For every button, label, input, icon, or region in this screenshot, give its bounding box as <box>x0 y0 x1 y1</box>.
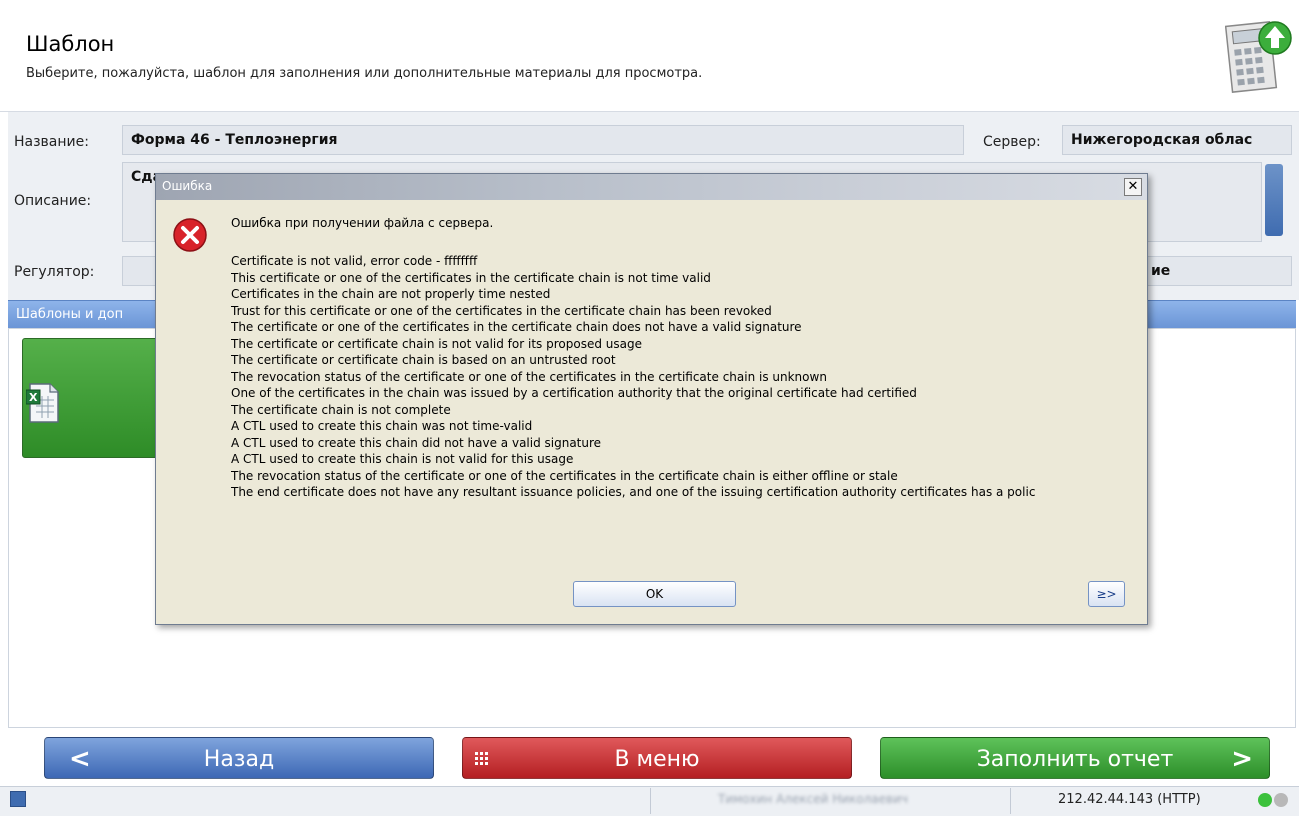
close-icon[interactable]: ✕ <box>1124 178 1142 196</box>
error-line: One of the certificates in the chain was… <box>231 386 917 400</box>
error-line: A CTL used to create this chain was not … <box>231 419 533 433</box>
fill-report-button-label: Заполнить отчет <box>976 747 1174 772</box>
error-line: A CTL used to create this chain did not … <box>231 435 602 450</box>
menu-button-label: В меню <box>614 747 700 772</box>
error-line: Certificates in the chain are not proper… <box>231 287 551 301</box>
connection-status-dot <box>1258 793 1272 807</box>
statusbar-separator <box>650 788 651 814</box>
connection-status-dot <box>1274 793 1288 807</box>
fill-report-button[interactable]: Заполнить отчет > <box>880 737 1270 779</box>
error-line: The end certificate does not have any re… <box>231 485 1036 499</box>
regulator-value: ие <box>1151 263 1171 279</box>
dialog-titlebar[interactable]: Ошибка ✕ <box>156 174 1147 200</box>
templates-panel-title: Шаблоны и доп <box>16 307 124 322</box>
page-header: Шаблон Выберите, пожалуйста, шаблон для … <box>0 0 1299 112</box>
app-status-icon[interactable] <box>10 791 26 807</box>
name-field[interactable]: Форма 46 - Теплоэнергия <box>122 125 964 155</box>
error-line: The revocation status of the certificate… <box>231 468 898 483</box>
dialog-message: Ошибка при получении файла с сервера. <box>231 216 494 230</box>
details-button[interactable]: ≥> <box>1088 581 1125 607</box>
server-label: Сервер: <box>983 134 1041 150</box>
regulator-label: Регулятор: <box>14 264 95 280</box>
excel-document-icon: X <box>26 383 59 423</box>
error-line: The certificate or certificate chain is … <box>231 336 642 351</box>
description-label: Описание: <box>14 193 92 209</box>
error-icon <box>173 218 207 252</box>
error-line: The certificate or certificate chain is … <box>231 353 616 367</box>
dialog-details: Certificate is not valid, error code - f… <box>231 253 1131 501</box>
error-line: The revocation status of the certificate… <box>231 369 827 384</box>
statusbar-separator <box>1010 788 1011 814</box>
dialog-title: Ошибка <box>162 179 213 193</box>
error-line: This certificate or one of the certifica… <box>231 270 711 285</box>
name-label: Название: <box>14 134 89 150</box>
chevron-right-icon: > <box>1231 744 1253 774</box>
error-dialog: Ошибка ✕ Ошибка при получении файла с се… <box>155 173 1148 625</box>
page-subtitle: Выберите, пожалуйста, шаблон для заполне… <box>26 66 703 81</box>
description-scrollbar[interactable] <box>1265 164 1283 236</box>
menu-button[interactable]: В меню <box>462 737 852 779</box>
error-line: The certificate or one of the certificat… <box>231 320 802 334</box>
calculator-upload-icon <box>1225 21 1292 93</box>
server-field[interactable]: Нижегородская облас <box>1062 125 1292 155</box>
ok-button[interactable]: OK <box>573 581 736 607</box>
svg-text:X: X <box>29 391 38 404</box>
back-button[interactable]: < Назад <box>44 737 434 779</box>
back-button-label: Назад <box>203 747 275 772</box>
error-line: Certificate is not valid, error code - f… <box>231 254 478 268</box>
error-line: A CTL used to create this chain is not v… <box>231 452 574 466</box>
status-user: Тимохин Алексей Николаевич <box>718 792 908 806</box>
page-title: Шаблон <box>26 32 115 56</box>
error-line: Trust for this certificate or one of the… <box>231 303 772 318</box>
error-line: The certificate chain is not complete <box>231 402 451 417</box>
status-connection: 212.42.44.143 (HTTP) <box>1058 792 1201 807</box>
